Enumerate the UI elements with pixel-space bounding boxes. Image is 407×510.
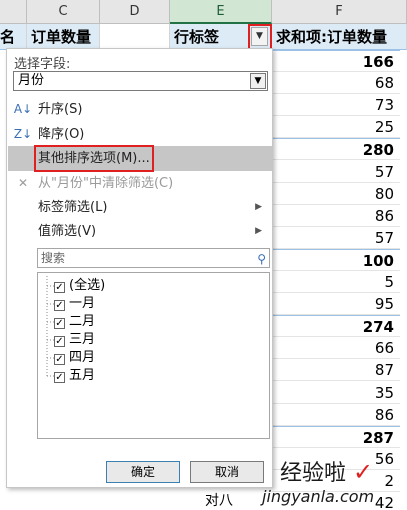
submenu-arrow-icon: ▶ — [255, 202, 262, 212]
column-header-e[interactable]: E — [170, 0, 272, 24]
column-header-d[interactable]: D — [100, 0, 170, 24]
value-filter-label: 值筛选(V) — [38, 224, 97, 239]
field-select-value: 月份 — [18, 73, 45, 88]
sort-descending-label: 降序(O) — [38, 127, 85, 142]
field-select[interactable]: 月份 ▼ — [13, 71, 268, 91]
value-cell[interactable]: 57 — [272, 161, 400, 183]
header-cell-d[interactable] — [100, 24, 170, 50]
checkmark-icon[interactable]: ✓ — [54, 300, 65, 311]
value-cell[interactable]: 280 — [272, 138, 400, 161]
dropdown-highlight-box — [248, 24, 272, 50]
below-menu-text: 对八 — [205, 493, 233, 509]
value-cell[interactable]: 57 — [272, 227, 400, 249]
checkbox-feb[interactable]: ✓ 二月 — [54, 313, 95, 331]
checkmark-icon: ✓ — [353, 458, 374, 486]
checkbox-mar[interactable]: ✓ 三月 — [54, 331, 95, 349]
value-cell[interactable]: 73 — [272, 94, 400, 117]
value-checklist: ✓ (全选) ✓ 一月 ✓ 二月 ✓ 三月 ✓ 四月 ✓ 五月 — [37, 272, 270, 439]
checkbox-label: 五月 — [69, 368, 96, 383]
value-cell[interactable]: 25 — [272, 116, 400, 139]
value-cell[interactable]: 86 — [272, 205, 400, 227]
search-input[interactable]: 搜索 ⚲ — [37, 248, 270, 268]
checkbox-apr[interactable]: ✓ 四月 — [54, 349, 95, 367]
cancel-button[interactable]: 取消 — [190, 461, 264, 483]
sort-ascending-item[interactable]: A↓ 升序(S) — [8, 97, 272, 122]
value-cell[interactable]: 35 — [272, 382, 400, 404]
value-cell[interactable]: 95 — [272, 293, 400, 316]
value-cell[interactable]: 274 — [272, 315, 400, 338]
checkbox-label: 四月 — [69, 350, 96, 365]
search-icon[interactable]: ⚲ — [257, 250, 266, 268]
label-filter-label: 标签筛选(L) — [38, 200, 108, 215]
watermark-logo: 经验啦 ✓ — [280, 455, 373, 487]
value-cell[interactable]: 66 — [272, 337, 400, 360]
ok-button[interactable]: 确定 — [106, 461, 180, 483]
watermark-url: jingyanla.com — [262, 487, 375, 506]
label-filter-item[interactable]: 标签筛选(L) ▶ — [8, 195, 272, 220]
value-cell[interactable]: 80 — [272, 183, 400, 205]
value-cell[interactable]: 100 — [272, 248, 400, 271]
select-field-label: 选择字段: — [14, 57, 71, 72]
column-header-b[interactable] — [0, 0, 27, 24]
clear-filter-item[interactable]: ✕ 从"月份"中清除筛选(C) — [8, 171, 272, 196]
checkbox-select-all[interactable]: ✓ (全选) — [54, 277, 105, 295]
search-placeholder: 搜索 — [41, 251, 66, 265]
submenu-arrow-icon: ▶ — [255, 226, 262, 236]
checkbox-label: (全选) — [69, 278, 106, 293]
checkbox-label: 三月 — [69, 332, 96, 347]
header-cell-b[interactable]: 名 — [0, 24, 27, 50]
checkmark-icon[interactable]: ✓ — [54, 336, 65, 347]
value-cell[interactable]: 86 — [272, 404, 400, 426]
sort-ascending-label: 升序(S) — [38, 102, 83, 117]
more-sort-options-highlight-box — [34, 145, 154, 172]
chevron-down-icon[interactable]: ▼ — [250, 73, 266, 89]
checkbox-label: 二月 — [69, 314, 96, 329]
checkmark-icon[interactable]: ✓ — [54, 318, 65, 329]
value-cell[interactable]: 5 — [272, 271, 400, 293]
column-header-f[interactable]: F — [272, 0, 407, 24]
header-cell-order-qty[interactable]: 订单数量 — [27, 24, 100, 50]
checkbox-may[interactable]: ✓ 五月 — [54, 367, 95, 385]
column-header-c[interactable]: C — [27, 0, 100, 24]
value-cell[interactable]: 68 — [272, 72, 400, 95]
value-cell[interactable]: 166 — [272, 50, 400, 72]
value-cell[interactable]: 87 — [272, 359, 400, 382]
checkbox-label: 一月 — [69, 296, 96, 311]
checkbox-jan[interactable]: ✓ 一月 — [54, 295, 95, 313]
checkmark-icon[interactable]: ✓ — [54, 282, 65, 293]
sort-descending-icon: Z↓ — [13, 127, 33, 141]
clear-filter-icon: ✕ — [17, 176, 29, 190]
sort-ascending-icon: A↓ — [13, 102, 33, 116]
filter-sort-menu: 选择字段: 月份 ▼ A↓ 升序(S) Z↓ 降序(O) 其他排序选项(M)..… — [6, 48, 273, 488]
watermark-text: 经验啦 — [280, 461, 347, 486]
sort-descending-item[interactable]: Z↓ 降序(O) — [8, 122, 272, 147]
value-filter-item[interactable]: 值筛选(V) ▶ — [8, 219, 272, 244]
checkmark-icon[interactable]: ✓ — [54, 354, 65, 365]
clear-filter-label: 从"月份"中清除筛选(C) — [38, 176, 174, 191]
checkmark-icon[interactable]: ✓ — [54, 372, 65, 383]
sum-order-qty-header[interactable]: 求和项:订单数量 — [272, 24, 407, 50]
value-cell[interactable]: 287 — [272, 425, 400, 448]
